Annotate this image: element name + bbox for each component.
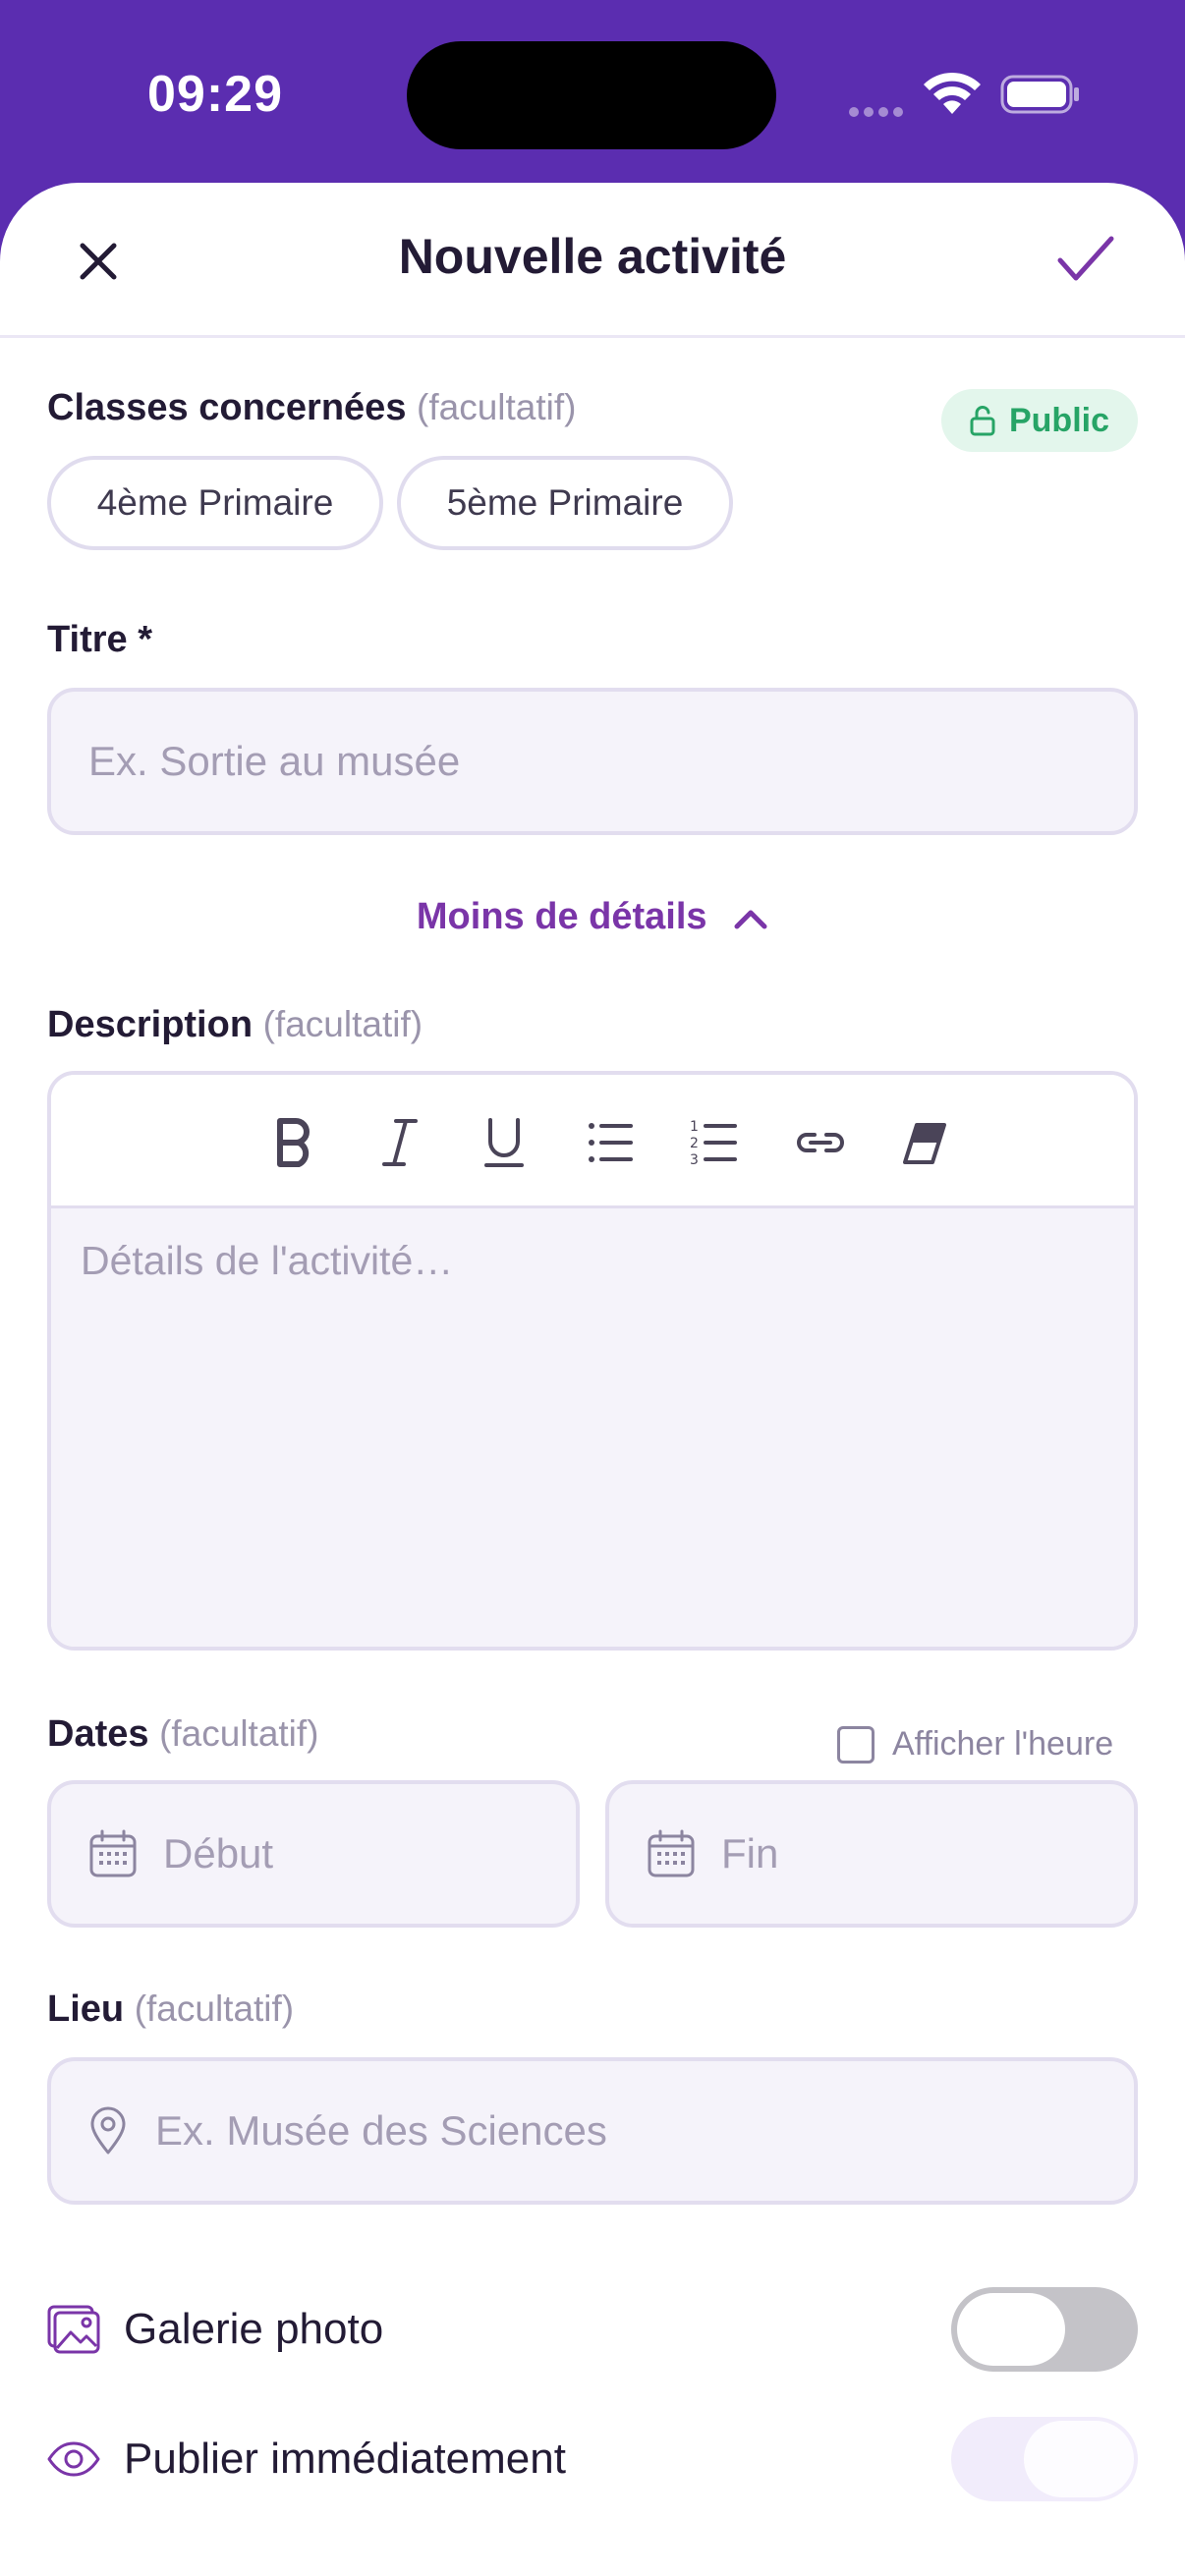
dates-optional-text: (facultatif) xyxy=(159,1713,319,1754)
status-bar: 09:29 xyxy=(0,0,1185,187)
visibility-badge[interactable]: Public xyxy=(941,389,1138,452)
class-chip[interactable]: 4ème Primaire xyxy=(47,456,383,550)
description-editor: 1 2 3 Détails de l'activité… xyxy=(47,1071,1138,1651)
link-button[interactable] xyxy=(786,1108,855,1177)
show-time-checkbox[interactable] xyxy=(837,1725,875,1764)
location-input[interactable]: Ex. Musée des Sciences xyxy=(47,2057,1138,2205)
calendar-icon xyxy=(89,1829,137,1877)
battery-icon xyxy=(1000,75,1079,114)
location-pin-icon xyxy=(90,2106,126,2155)
clear-format-icon xyxy=(903,1123,946,1164)
description-label: Description (facultatif) xyxy=(47,1004,423,1046)
toggle-knob xyxy=(1024,2421,1134,2497)
chevron-up-icon xyxy=(734,910,767,929)
svg-text:2: 2 xyxy=(690,1136,699,1151)
dates-label: Dates (facultatif) xyxy=(47,1713,319,1756)
location-label: Lieu (facultatif) xyxy=(47,1988,294,2031)
toggle-knob xyxy=(957,2293,1065,2366)
end-date-input[interactable]: Fin xyxy=(605,1780,1138,1928)
publish-toggle[interactable] xyxy=(951,2417,1138,2501)
editor-toolbar: 1 2 3 xyxy=(51,1075,1134,1208)
description-placeholder: Détails de l'activité… xyxy=(81,1238,454,1283)
location-optional-text: (facultatif) xyxy=(134,1988,295,2029)
start-date-input[interactable]: Début xyxy=(47,1780,580,1928)
classes-optional-text: (facultatif) xyxy=(417,387,577,427)
svg-text:3: 3 xyxy=(690,1152,699,1168)
less-details-label: Moins de détails xyxy=(416,896,707,937)
description-textarea[interactable]: Détails de l'activité… xyxy=(51,1208,1134,1647)
sheet-header: Nouvelle activité xyxy=(0,183,1185,338)
unlock-icon xyxy=(970,406,995,436)
photo-gallery-icon xyxy=(47,2305,100,2354)
classes-label: Classes concernées (facultatif) xyxy=(47,387,576,429)
gallery-toggle[interactable] xyxy=(951,2287,1138,2372)
start-date-placeholder: Début xyxy=(163,1830,274,1876)
location-label-text: Lieu xyxy=(47,1988,125,2030)
description-label-text: Description xyxy=(47,1004,254,1045)
classes-label-text: Classes concernées xyxy=(47,387,407,428)
gallery-label: Galerie photo xyxy=(124,2305,384,2353)
publish-label: Publier immédiatement xyxy=(124,2435,566,2483)
title-input[interactable]: Ex. Sortie au musée xyxy=(47,688,1138,835)
bullet-list-icon xyxy=(589,1123,633,1162)
link-icon xyxy=(797,1133,844,1152)
title-label: Titre * xyxy=(47,619,153,660)
description-optional-text: (facultatif) xyxy=(262,1004,423,1044)
bold-icon xyxy=(277,1118,310,1167)
end-date-placeholder: Fin xyxy=(721,1830,779,1876)
underline-button[interactable] xyxy=(470,1108,538,1177)
calendar-icon xyxy=(648,1829,695,1877)
gallery-row: Galerie photo xyxy=(47,2285,1138,2374)
numbered-list-icon: 1 2 3 xyxy=(690,1119,737,1168)
page-title: Nouvelle activité xyxy=(398,229,787,284)
checkmark-icon xyxy=(1057,236,1114,281)
location-placeholder: Ex. Musée des Sciences xyxy=(155,2107,607,2154)
eye-icon xyxy=(47,2441,100,2477)
signal-icon xyxy=(849,104,908,122)
underline-icon xyxy=(484,1118,524,1167)
show-time-label: Afficher l'heure xyxy=(892,1725,1114,1763)
title-placeholder: Ex. Sortie au musée xyxy=(88,738,461,784)
dynamic-island xyxy=(407,41,776,149)
confirm-button[interactable] xyxy=(1051,228,1120,291)
bold-button[interactable] xyxy=(259,1108,328,1177)
publish-row: Publier immédiatement xyxy=(47,2415,1138,2503)
less-details-button[interactable]: Moins de détails xyxy=(0,896,1185,938)
wifi-icon xyxy=(924,72,981,114)
bullet-list-button[interactable] xyxy=(576,1108,645,1177)
visibility-badge-label: Public xyxy=(1008,401,1110,439)
svg-text:1: 1 xyxy=(690,1119,699,1135)
numbered-list-button[interactable]: 1 2 3 xyxy=(680,1108,749,1177)
status-time: 09:29 xyxy=(147,66,283,123)
show-time-toggle[interactable]: Afficher l'heure xyxy=(837,1725,1113,1764)
clear-format-button[interactable] xyxy=(890,1108,959,1177)
italic-icon xyxy=(382,1119,418,1166)
dates-label-text: Dates xyxy=(47,1713,149,1755)
italic-button[interactable] xyxy=(366,1108,434,1177)
class-chip[interactable]: 5ème Primaire xyxy=(397,456,733,550)
